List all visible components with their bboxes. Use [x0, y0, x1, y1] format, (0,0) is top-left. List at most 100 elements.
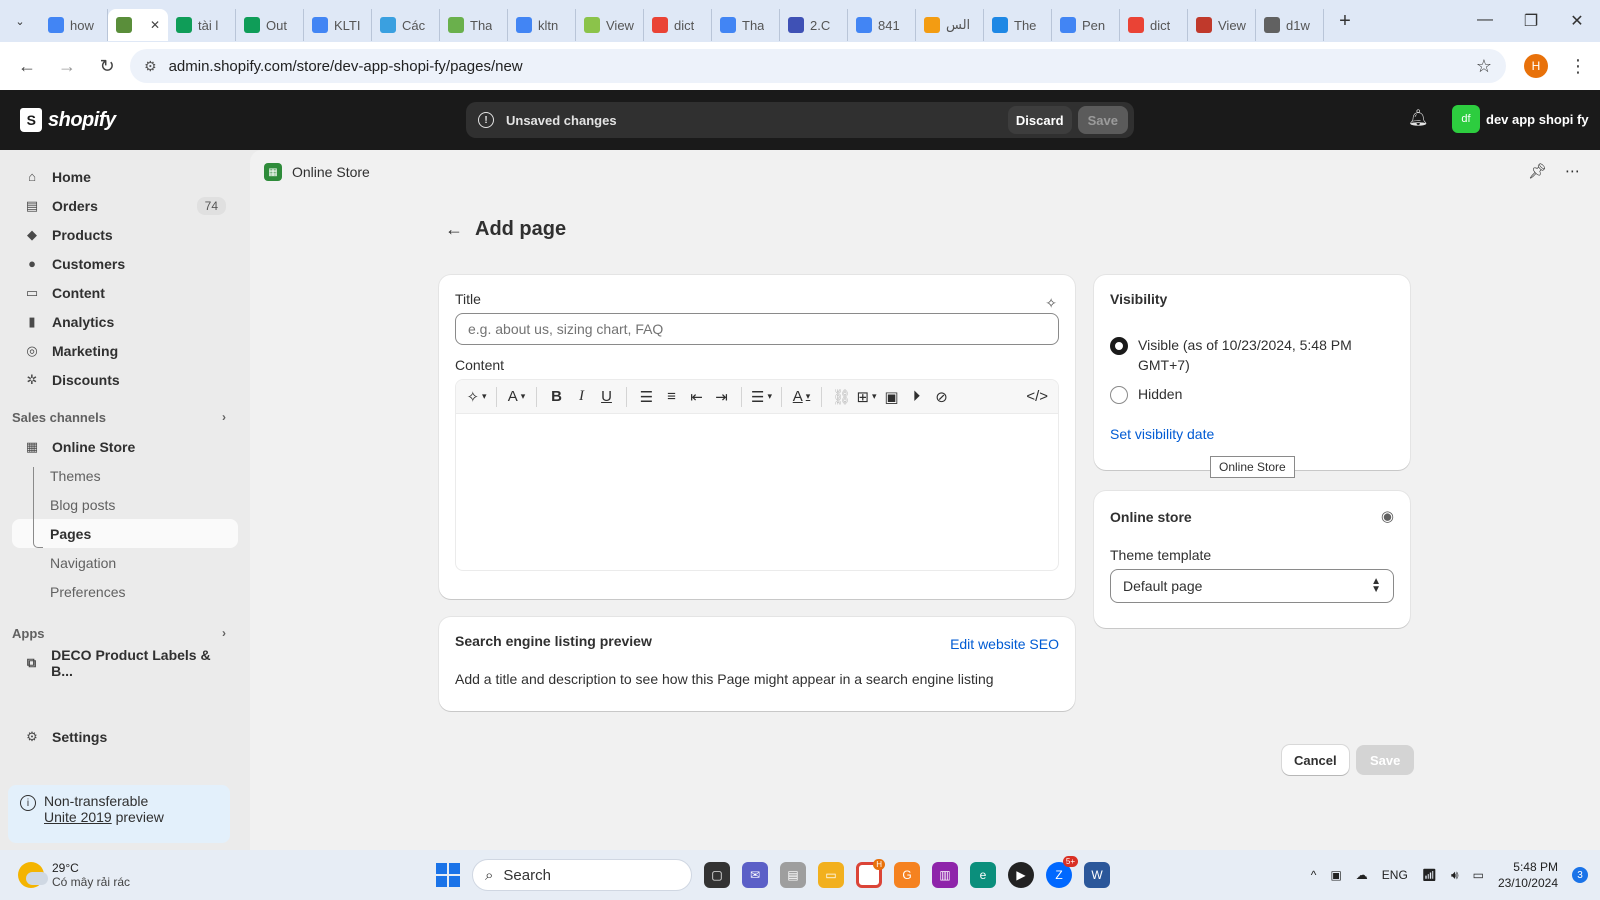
file-explorer-icon[interactable]: ▭ — [818, 862, 844, 888]
close-tab-icon[interactable]: ✕ — [150, 18, 160, 32]
tray-app-icon[interactable]: ▣ — [1330, 868, 1341, 882]
browser-tab[interactable]: ✕ — [108, 9, 168, 41]
browser-tab[interactable]: View — [1188, 9, 1256, 41]
sidebar-item-analytics[interactable]: ▮ Analytics — [12, 307, 238, 336]
save-button[interactable]: Save — [1356, 745, 1415, 775]
video-icon[interactable]: ⏵ — [904, 384, 929, 410]
windows-start-icon[interactable] — [436, 863, 460, 887]
outdent-icon[interactable]: ⇤ — [684, 384, 709, 410]
magic-sparkle-icon[interactable]: ✧ — [1045, 295, 1057, 312]
onedrive-icon[interactable]: ☁ — [1356, 868, 1368, 882]
battery-icon[interactable]: ▭ — [1473, 868, 1484, 882]
url-field[interactable]: ⚙ admin.shopify.com/store/dev-app-shopi-… — [130, 49, 1506, 83]
browser-tab[interactable]: KLTI — [304, 9, 372, 41]
sidebar-item-online-store[interactable]: ▦ Online Store — [12, 432, 238, 461]
forward-icon[interactable]: → — [50, 49, 84, 83]
restore-icon[interactable]: ❐ — [1508, 11, 1554, 31]
store-menu[interactable]: df dev app shopi fy — [1452, 105, 1589, 133]
task-view-icon[interactable]: ▢ — [704, 862, 730, 888]
sidebar-item-discounts[interactable]: ✲ Discounts — [12, 365, 238, 394]
notice-link[interactable]: Unite 2019 — [44, 809, 112, 825]
hidden-option[interactable]: Hidden — [1110, 384, 1394, 404]
profile-avatar[interactable]: H — [1524, 54, 1548, 78]
indent-icon[interactable]: ⇥ — [709, 384, 734, 410]
sidebar-item-deco-app[interactable]: ⧉ DECO Product Labels & B... — [12, 647, 238, 679]
sales-channels-header[interactable]: Sales channels › — [12, 402, 238, 432]
zalo-icon[interactable]: Z 5+ — [1046, 856, 1078, 888]
subnav-item-blog-posts[interactable]: Blog posts — [12, 490, 238, 519]
sidebar-item-customers[interactable]: ● Customers — [12, 249, 238, 278]
sidebar-item-marketing[interactable]: ◎ Marketing — [12, 336, 238, 365]
text-color-icon[interactable]: A ▾ — [789, 384, 814, 410]
italic-icon[interactable]: I — [569, 384, 594, 410]
edge-icon[interactable]: e — [970, 862, 996, 888]
clear-format-icon[interactable]: ⊘ — [929, 384, 954, 410]
back-icon[interactable]: ← — [10, 49, 44, 83]
discard-button[interactable]: Discard — [1007, 106, 1072, 134]
browser-tab[interactable]: الس — [916, 9, 984, 41]
visible-radio[interactable] — [1110, 337, 1128, 355]
wifi-icon[interactable]: 📶︎ — [1422, 868, 1437, 882]
url-text[interactable]: admin.shopify.com/store/dev-app-shopi-fy… — [169, 58, 523, 75]
browser-tab[interactable]: 2.C — [780, 9, 848, 41]
browser-menu-icon[interactable]: ⋮ — [1566, 56, 1590, 77]
save-button-top[interactable]: Save — [1077, 106, 1128, 134]
browser-tab[interactable]: View — [576, 9, 644, 41]
more-actions-icon[interactable]: ⋯ — [1565, 162, 1580, 180]
browser-tab[interactable]: Tha — [440, 9, 508, 41]
browser-tab[interactable]: how — [40, 9, 108, 41]
sidebar-item-content[interactable]: ▭ Content — [12, 278, 238, 307]
browser-tab[interactable]: 841 — [848, 9, 916, 41]
bookmark-star-icon[interactable]: ☆ — [1476, 56, 1492, 77]
underline-icon[interactable]: U — [594, 384, 619, 410]
edit-seo-link[interactable]: Edit website SEO — [950, 636, 1059, 652]
sidebar-item-orders[interactable]: ▤ Orders 74 — [12, 191, 238, 220]
chevron-right-icon[interactable]: › — [222, 410, 226, 424]
hidden-radio[interactable] — [1110, 386, 1128, 404]
minimize-icon[interactable]: — — [1462, 11, 1508, 31]
set-visibility-date-link[interactable]: Set visibility date — [1110, 426, 1214, 442]
title-input[interactable] — [455, 313, 1059, 345]
volume-icon[interactable]: 🔊︎ — [1451, 868, 1459, 883]
word-icon[interactable]: W — [1084, 862, 1110, 888]
bell-icon[interactable]: 🔔︎ — [1408, 108, 1428, 128]
new-tab-button[interactable]: + — [1330, 10, 1360, 33]
chevron-right-icon[interactable]: › — [222, 626, 226, 640]
breadcrumb-label[interactable]: Online Store — [292, 164, 370, 180]
link-icon[interactable]: ⛓︎ — [829, 384, 854, 410]
chrome-icon[interactable]: H — [856, 859, 885, 888]
table-icon[interactable]: ⊞ ▾ — [854, 384, 879, 410]
magic-format-icon[interactable]: ✧ ▾ — [464, 384, 489, 410]
browser-tab[interactable]: dict — [1120, 9, 1188, 41]
editor-body[interactable] — [456, 414, 1058, 570]
browser-tab[interactable]: kltn — [508, 9, 576, 41]
browser-tab[interactable]: tài l — [168, 9, 236, 41]
back-arrow-icon[interactable]: ← — [445, 219, 463, 240]
subnav-item-themes[interactable]: Themes — [12, 461, 238, 490]
pdf-app-icon[interactable]: G — [894, 862, 920, 888]
taskbar-search[interactable]: ⌕ Search — [472, 859, 692, 891]
sidebar-item-home[interactable]: ⌂ Home — [12, 162, 238, 191]
browser-tab[interactable]: Out — [236, 9, 304, 41]
browser-tab[interactable]: d1w — [1256, 9, 1324, 41]
browser-tab[interactable]: Pen — [1052, 9, 1120, 41]
cancel-button[interactable]: Cancel — [1282, 745, 1349, 775]
weather-widget[interactable]: 29°C Có mây rải rác — [18, 861, 378, 889]
subnav-item-pages[interactable]: Pages — [12, 519, 238, 548]
numbered-list-icon[interactable]: ≡ — [659, 384, 684, 410]
browser-tab[interactable]: The — [984, 9, 1052, 41]
browser-tab[interactable]: dict — [644, 9, 712, 41]
pin-icon[interactable]: 📌︎ — [1528, 162, 1547, 180]
bold-icon[interactable]: B — [544, 384, 569, 410]
language-indicator[interactable]: ENG — [1382, 868, 1408, 882]
apps-header[interactable]: Apps › — [12, 618, 238, 648]
sidebar-item-settings[interactable]: ⚙ Settings — [12, 722, 238, 751]
media-player-icon[interactable]: ▶ — [1008, 862, 1034, 888]
close-window-icon[interactable]: ✕ — [1554, 11, 1600, 31]
tab-search-icon[interactable]: ⌄ — [0, 0, 40, 42]
clock[interactable]: 5:48 PM 23/10/2024 — [1498, 859, 1558, 891]
code-view-icon[interactable]: </> — [1024, 384, 1050, 410]
shopify-logo[interactable]: S shopify — [20, 108, 116, 132]
reload-icon[interactable]: ↻ — [90, 49, 124, 83]
browser-tab[interactable]: Tha — [712, 9, 780, 41]
